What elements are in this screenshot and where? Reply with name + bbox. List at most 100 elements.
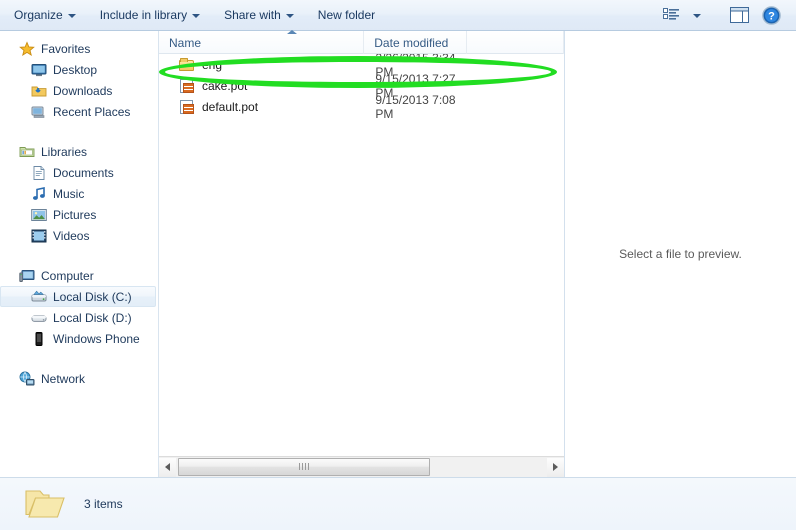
sidebar-item-local-disk-d[interactable]: Local Disk (D:): [0, 307, 158, 328]
toolbar-share-with-label: Share with: [224, 8, 281, 22]
chevron-left-icon: [165, 463, 170, 471]
star-icon: [19, 40, 35, 57]
chevron-down-icon: [693, 14, 701, 18]
table-row[interactable]: default.pot 9/15/2013 7:08 PM: [159, 93, 564, 121]
toolbar-organize-button[interactable]: Organize: [4, 4, 86, 27]
help-icon: ?: [761, 5, 781, 25]
grip-line: [308, 463, 309, 470]
sidebar-label-downloads: Downloads: [53, 83, 113, 98]
sidebar-label-music: Music: [53, 186, 85, 201]
sidebar-item-local-disk-c[interactable]: Local Disk (C:): [0, 286, 156, 307]
sidebar-item-videos[interactable]: Videos: [0, 225, 158, 246]
column-header-name[interactable]: Name: [159, 30, 365, 54]
chevron-right-icon: [553, 463, 558, 471]
file-list-pane: Name Date modified eng 2/26/2015 3:34 PM: [158, 30, 564, 477]
sidebar-item-documents[interactable]: Documents: [0, 162, 158, 183]
file-name-cell: cake.pot: [159, 78, 365, 94]
file-name-cell: default.pot: [159, 99, 365, 115]
column-header-date-modified[interactable]: Date modified: [364, 31, 468, 54]
grip-line: [305, 463, 306, 470]
sidebar-label-videos: Videos: [53, 228, 90, 243]
powerpoint-template-icon: [179, 99, 195, 115]
desktop-icon: [31, 62, 47, 78]
preview-pane: Select a file to preview.: [564, 31, 796, 477]
pictures-icon: [31, 207, 47, 223]
open-folder-icon: [24, 487, 66, 521]
sidebar-label-documents: Documents: [53, 165, 114, 180]
sidebar-item-network[interactable]: Network: [0, 368, 158, 389]
file-name-label: cake.pot: [202, 78, 248, 93]
file-date-modified-cell: 9/15/2013 7:08 PM: [375, 92, 456, 121]
help-button[interactable]: ?: [756, 3, 786, 27]
toolbar-new-folder-label: New folder: [317, 8, 376, 22]
explorer-window: Organize Include in library Share with N…: [0, 0, 796, 530]
scroll-right-button[interactable]: [547, 457, 564, 477]
downloads-folder-icon: [31, 83, 47, 99]
drive-icon: [31, 310, 47, 326]
sidebar-label-desktop: Desktop: [53, 62, 98, 77]
music-note-icon: [31, 186, 47, 202]
file-name-label: default.pot: [202, 99, 259, 114]
libraries-icon: [19, 144, 35, 160]
sidebar-label-recent-places: Recent Places: [53, 104, 131, 119]
folder-icon: [179, 57, 195, 73]
view-options-icon: [662, 7, 679, 20]
chevron-down-icon: [192, 14, 201, 18]
sidebar-label-libraries: Libraries: [41, 144, 88, 159]
sidebar-item-libraries[interactable]: Libraries: [0, 141, 158, 162]
nav-group-computer: Computer Local Disk (C:) Local Disk (D:)…: [0, 265, 158, 349]
sidebar-item-pictures[interactable]: Pictures: [0, 204, 158, 225]
view-options-dropdown-button[interactable]: [688, 3, 706, 27]
toolbar-include-in-library-button[interactable]: Include in library: [90, 4, 210, 27]
sidebar-label-windows-phone: Windows Phone: [53, 331, 140, 346]
videos-icon: [31, 228, 47, 244]
preview-pane-toggle-button[interactable]: [724, 3, 754, 27]
command-toolbar: Organize Include in library Share with N…: [0, 0, 796, 31]
toolbar-share-with-button[interactable]: Share with: [214, 4, 304, 27]
column-header-row: Name Date modified: [159, 30, 564, 54]
sidebar-label-local-disk-d: Local Disk (D:): [53, 310, 132, 325]
nav-group-favorites: Favorites Desktop Downloads Recent Place…: [0, 38, 158, 122]
scrollbar-thumb[interactable]: [178, 457, 430, 476]
sidebar-item-desktop[interactable]: Desktop: [0, 59, 158, 80]
chevron-down-icon: [285, 14, 294, 18]
sidebar-item-music[interactable]: Music: [0, 183, 158, 204]
sidebar-item-recent-places[interactable]: Recent Places: [0, 101, 158, 122]
sidebar-item-downloads[interactable]: Downloads: [0, 80, 158, 101]
horizontal-scrollbar[interactable]: [159, 456, 564, 477]
preview-placeholder-text: Select a file to preview.: [619, 247, 742, 261]
sidebar-label-computer: Computer: [41, 268, 94, 283]
toolbar-organize-label: Organize: [14, 8, 63, 22]
documents-icon: [31, 165, 47, 181]
column-header-extra[interactable]: [467, 31, 564, 54]
toolbar-right-group: ?: [656, 3, 796, 27]
view-options-button[interactable]: [656, 3, 686, 27]
computer-icon: [19, 268, 35, 284]
nav-group-libraries: Libraries Documents Music Pictures Video…: [0, 141, 158, 246]
sidebar-label-local-disk-c: Local Disk (C:): [53, 289, 132, 304]
table-row[interactable]: cake.pot 9/15/2013 7:27 PM: [159, 72, 564, 100]
sidebar-item-favorites[interactable]: Favorites: [0, 38, 158, 59]
sidebar-label-favorites: Favorites: [41, 41, 91, 56]
table-row[interactable]: eng 2/26/2015 3:34 PM: [159, 54, 564, 79]
phone-icon: [31, 331, 47, 347]
scroll-left-button[interactable]: [159, 457, 176, 477]
network-icon: [19, 371, 35, 387]
sidebar-label-network: Network: [41, 371, 86, 386]
sidebar-item-windows-phone[interactable]: Windows Phone: [0, 328, 158, 349]
grip-line: [299, 463, 300, 470]
navigation-pane[interactable]: Favorites Desktop Downloads Recent Place…: [0, 31, 158, 477]
preview-pane-icon: [729, 7, 749, 23]
sidebar-item-computer[interactable]: Computer: [0, 265, 158, 286]
hard-drive-icon: [31, 289, 47, 305]
chevron-down-icon: [67, 14, 76, 18]
item-count-label: 3 items: [84, 497, 123, 511]
toolbar-new-folder-button[interactable]: New folder: [308, 4, 385, 27]
powerpoint-template-icon: [179, 78, 195, 94]
sidebar-label-pictures: Pictures: [53, 207, 97, 222]
file-name-label: eng: [202, 57, 223, 72]
recent-places-icon: [31, 104, 47, 120]
scrollbar-track[interactable]: [176, 457, 547, 477]
help-glyph: ?: [768, 10, 775, 22]
nav-group-network: Network: [0, 368, 158, 389]
